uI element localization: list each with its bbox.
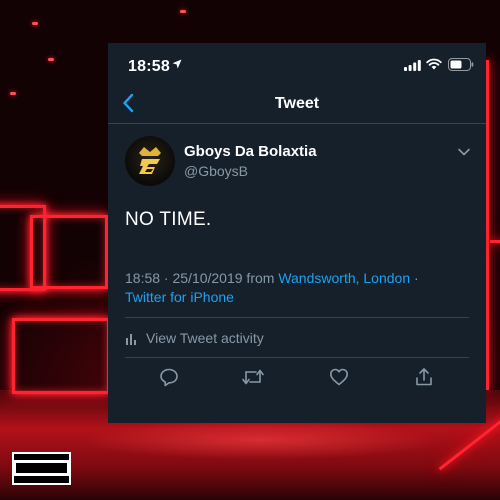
location-arrow-icon <box>172 59 182 69</box>
chevron-down-icon[interactable] <box>457 147 471 157</box>
status-time: 18:58 <box>128 58 170 75</box>
view-tweet-activity-button[interactable]: View Tweet activity <box>146 330 264 346</box>
retweet-icon[interactable] <box>242 367 264 387</box>
gold-crown-logo-icon <box>139 147 161 174</box>
ceiling-light <box>180 10 186 13</box>
ceiling-light <box>48 58 54 61</box>
tweet-source-link[interactable]: Twitter for iPhone <box>125 289 234 305</box>
share-icon[interactable] <box>414 367 434 387</box>
tweet-location-link[interactable]: Wandsworth, London <box>278 270 410 286</box>
neon-frame-left-inner <box>30 215 108 289</box>
meta-separator: · <box>410 270 419 286</box>
neon-bar-right-stub <box>490 240 500 243</box>
neon-frame-left-lower <box>12 318 110 394</box>
divider <box>125 357 469 358</box>
tweet-metadata: 18:58 · 25/10/2019 from Wandsworth, Lond… <box>125 269 470 307</box>
neon-bar-right <box>486 60 489 390</box>
tweet-timestamp: 18:58 · 25/10/2019 from <box>125 270 279 286</box>
avatar[interactable] <box>125 136 175 186</box>
ceiling-light <box>32 22 38 25</box>
wifi-icon <box>426 58 442 70</box>
display-name[interactable]: Gboys Da Bolaxtia <box>184 143 317 160</box>
reply-icon[interactable] <box>159 367 179 387</box>
status-bar: 18:58 <box>108 43 486 85</box>
bar-chart-icon <box>126 334 136 345</box>
navigation-bar: Tweet <box>108 85 486 124</box>
cellular-signal-icon <box>404 60 421 71</box>
user-handle[interactable]: @GboysB <box>184 163 248 179</box>
battery-icon <box>448 58 474 71</box>
like-icon[interactable] <box>329 367 349 387</box>
ceiling-light <box>10 92 16 95</box>
floor-reflection <box>80 420 440 460</box>
divider <box>125 317 469 318</box>
page-title: Tweet <box>274 95 320 112</box>
tweet-text: NO TIME. <box>125 209 212 230</box>
tweet-screenshot: 18:58 Tweet Gboys Da Bolaxtia @GboysB NO… <box>108 43 486 423</box>
parental-advisory-logo <box>12 452 71 485</box>
